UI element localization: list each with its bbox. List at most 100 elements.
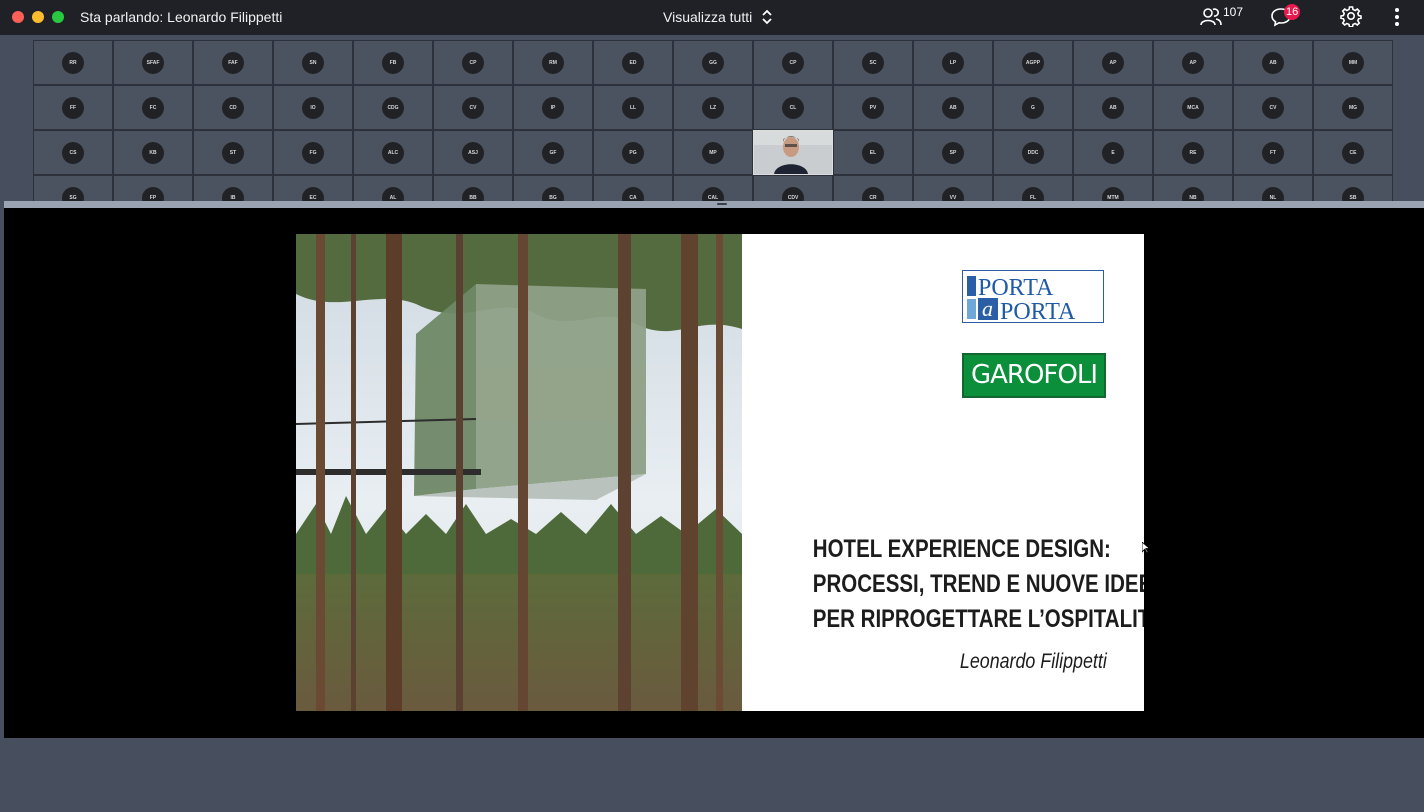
- video-feed: [754, 131, 832, 174]
- participant-tile[interactable]: SN: [273, 40, 353, 85]
- participant-avatar: FF: [62, 96, 84, 119]
- presentation-slide: PORTA a PORTA GAROFOLI HOTEL EXPERIENCE …: [296, 234, 1144, 711]
- participant-tile[interactable]: AB: [913, 85, 993, 130]
- participant-tile[interactable]: AGPP: [993, 40, 1073, 85]
- participant-avatar: FL: [1022, 186, 1044, 201]
- participant-tile[interactable]: MG: [1313, 85, 1393, 130]
- chat-button[interactable]: 16: [1270, 4, 1304, 29]
- participant-tile[interactable]: ASJ: [433, 130, 513, 175]
- participant-tile[interactable]: IO: [273, 85, 353, 130]
- participant-tile[interactable]: LL: [593, 85, 673, 130]
- participant-tile[interactable]: CD: [193, 85, 273, 130]
- participant-tile[interactable]: FC: [113, 85, 193, 130]
- participant-tile[interactable]: FF: [33, 85, 113, 130]
- participant-avatar: CD: [222, 96, 244, 119]
- participant-tile[interactable]: EC: [273, 175, 353, 201]
- participant-avatar: RM: [542, 51, 564, 74]
- participant-tile[interactable]: FAF: [193, 40, 273, 85]
- more-vertical-icon: [1390, 5, 1404, 32]
- view-all-button[interactable]: Visualizza tutti: [663, 9, 772, 25]
- resize-splitter[interactable]: [4, 201, 1424, 208]
- more-options-button[interactable]: [1390, 5, 1404, 29]
- participant-tile[interactable]: CP: [753, 40, 833, 85]
- participant-tile[interactable]: VV: [913, 175, 993, 201]
- participant-tile[interactable]: FG: [273, 130, 353, 175]
- participant-tile[interactable]: G: [993, 85, 1073, 130]
- participant-avatar: KB: [142, 141, 164, 164]
- participant-tile[interactable]: SB: [1313, 175, 1393, 201]
- participants-count: 107: [1223, 5, 1244, 19]
- participant-avatar: MCA: [1182, 96, 1204, 119]
- participant-tile[interactable]: NB: [1153, 175, 1233, 201]
- participant-tile[interactable]: CR: [833, 175, 913, 201]
- participant-avatar: FB: [382, 51, 404, 74]
- participant-tile[interactable]: AP: [1073, 40, 1153, 85]
- participant-tile[interactable]: NL: [1233, 175, 1313, 201]
- participants-button[interactable]: 107: [1200, 5, 1243, 29]
- participant-tile[interactable]: CAL: [673, 175, 753, 201]
- garofoli-logo: GAROFOLI: [962, 353, 1106, 398]
- participant-tile[interactable]: CE: [1313, 130, 1393, 175]
- participant-tile[interactable]: GG: [673, 40, 753, 85]
- participant-tile[interactable]: CV: [433, 85, 513, 130]
- participant-tile[interactable]: MCA: [1153, 85, 1233, 130]
- participant-tile[interactable]: ST: [193, 130, 273, 175]
- participant-tile[interactable]: SFAF: [113, 40, 193, 85]
- participant-tile[interactable]: FT: [1233, 130, 1313, 175]
- participant-tile[interactable]: CDG: [353, 85, 433, 130]
- participant-tile[interactable]: SC: [833, 40, 913, 85]
- participant-avatar: CV: [1262, 96, 1284, 119]
- participant-tile[interactable]: PG: [593, 130, 673, 175]
- participant-tile[interactable]: MP: [673, 130, 753, 175]
- participant-tile[interactable]: AL: [353, 175, 433, 201]
- participant-avatar: LL: [622, 96, 644, 119]
- participant-avatar: G: [1022, 96, 1044, 119]
- participant-tile[interactable]: LZ: [673, 85, 753, 130]
- participant-tile[interactable]: AP: [1153, 40, 1233, 85]
- participant-tile[interactable]: PV: [833, 85, 913, 130]
- close-window-button[interactable]: [12, 11, 24, 23]
- participant-tile[interactable]: MTM: [1073, 175, 1153, 201]
- participant-tile[interactable]: ALC: [353, 130, 433, 175]
- participant-tile[interactable]: RM: [513, 40, 593, 85]
- participant-tile[interactable]: FB: [353, 40, 433, 85]
- participant-avatar: MP: [702, 141, 724, 164]
- gear-icon: [1340, 5, 1362, 32]
- participant-avatar: BB: [462, 186, 484, 201]
- participant-tile[interactable]: FP: [113, 175, 193, 201]
- participant-avatar: CA: [622, 186, 644, 201]
- participant-tile[interactable]: CS: [33, 130, 113, 175]
- participant-video-tile[interactable]: [753, 130, 833, 175]
- participant-tile[interactable]: SP: [913, 130, 993, 175]
- participant-tile[interactable]: SG: [33, 175, 113, 201]
- participant-tile[interactable]: BB: [433, 175, 513, 201]
- participant-tile[interactable]: CL: [753, 85, 833, 130]
- participant-avatar: CDV: [782, 186, 804, 201]
- settings-button[interactable]: [1340, 5, 1362, 29]
- participant-tile[interactable]: AB: [1233, 40, 1313, 85]
- zoom-window-button[interactable]: [52, 11, 64, 23]
- minimize-window-button[interactable]: [32, 11, 44, 23]
- participant-avatar: FC: [142, 96, 164, 119]
- participant-tile[interactable]: RE: [1153, 130, 1233, 175]
- mouse-cursor-icon: [1141, 541, 1151, 559]
- participant-tile[interactable]: BG: [513, 175, 593, 201]
- participant-tile[interactable]: KB: [113, 130, 193, 175]
- participant-tile[interactable]: LP: [913, 40, 993, 85]
- participant-tile[interactable]: MM: [1313, 40, 1393, 85]
- participant-tile[interactable]: IP: [513, 85, 593, 130]
- participant-tile[interactable]: RR: [33, 40, 113, 85]
- participant-tile[interactable]: GF: [513, 130, 593, 175]
- participant-tile[interactable]: CDV: [753, 175, 833, 201]
- participant-tile[interactable]: CP: [433, 40, 513, 85]
- participant-tile[interactable]: E: [1073, 130, 1153, 175]
- participant-tile[interactable]: AB: [1073, 85, 1153, 130]
- participant-tile[interactable]: EL: [833, 130, 913, 175]
- participant-tile[interactable]: ED: [593, 40, 673, 85]
- participant-tile[interactable]: IB: [193, 175, 273, 201]
- participant-tile[interactable]: DDC: [993, 130, 1073, 175]
- participant-tile[interactable]: FL: [993, 175, 1073, 201]
- participant-tile[interactable]: CV: [1233, 85, 1313, 130]
- participant-tile[interactable]: CA: [593, 175, 673, 201]
- participant-avatar: FP: [142, 186, 164, 201]
